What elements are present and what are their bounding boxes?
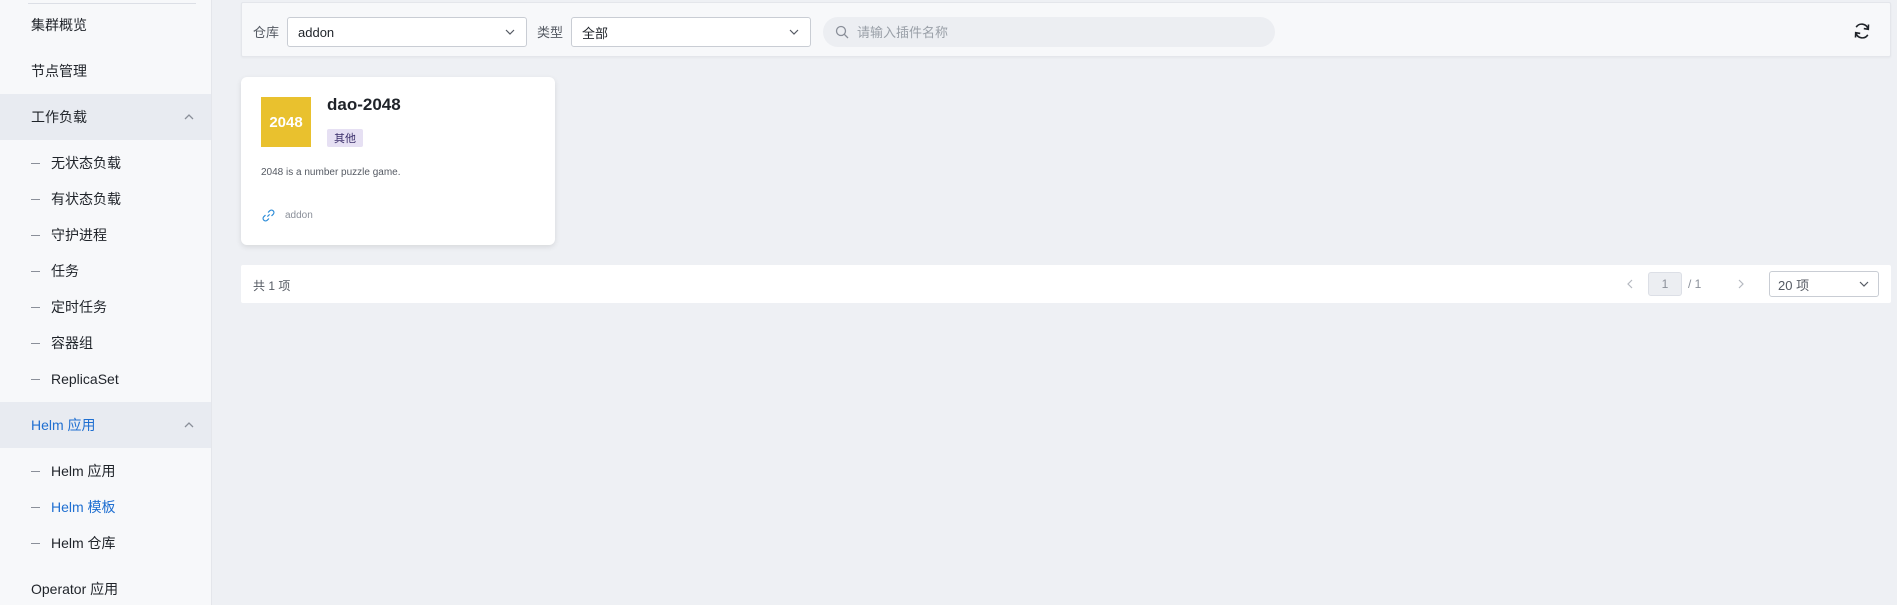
dash-icon bbox=[31, 506, 40, 508]
sidebar-group-label: Helm 应用 bbox=[31, 417, 96, 433]
addon-card[interactable]: 2048 dao-2048 其他 2048 is a number puzzle… bbox=[241, 77, 555, 245]
sidebar-item-label: 有状态负载 bbox=[51, 191, 121, 207]
sidebar-item-label: Helm 模板 bbox=[51, 499, 116, 515]
type-select-value: 全部 bbox=[582, 25, 609, 41]
page-total: / 1 bbox=[1688, 277, 1702, 291]
sidebar-group-helm[interactable]: Helm 应用 bbox=[0, 402, 211, 448]
sidebar-item-label: 定时任务 bbox=[51, 299, 107, 315]
sidebar-item-pods[interactable]: 容器组 bbox=[0, 325, 211, 361]
addon-title: dao-2048 bbox=[327, 95, 401, 114]
sidebar: 集群概览 节点管理 工作负载 无状态负载 有状态负载 守护进程 任务 定时任务 … bbox=[0, 0, 212, 605]
sidebar-item-operator-apps[interactable]: Operator 应用 bbox=[0, 566, 211, 605]
sidebar-item-cluster-overview[interactable]: 集群概览 bbox=[0, 2, 211, 48]
sidebar-item-cronjobs[interactable]: 定时任务 bbox=[0, 289, 211, 325]
chevron-up-icon bbox=[184, 114, 194, 120]
sidebar-group-workloads[interactable]: 工作负载 bbox=[0, 94, 211, 140]
prev-page-icon[interactable] bbox=[1624, 278, 1636, 290]
dash-icon bbox=[31, 342, 40, 344]
dash-icon bbox=[31, 198, 40, 200]
repo-select[interactable]: addon bbox=[287, 17, 527, 47]
addon-repo-name: addon bbox=[285, 210, 313, 221]
chevron-down-icon bbox=[1859, 281, 1869, 287]
addon-logo: 2048 bbox=[261, 97, 311, 147]
sidebar-item-replicasets[interactable]: ReplicaSet bbox=[0, 361, 211, 397]
sidebar-item-jobs[interactable]: 任务 bbox=[0, 253, 211, 289]
sidebar-group-label: 工作负载 bbox=[31, 109, 87, 125]
page-number-input[interactable]: 1 bbox=[1648, 272, 1682, 296]
repo-label: 仓库 bbox=[253, 25, 280, 40]
sidebar-item-label: 无状态负载 bbox=[51, 155, 121, 171]
sidebar-item-label: 容器组 bbox=[51, 335, 93, 351]
sidebar-item-statefulsets[interactable]: 有状态负载 bbox=[0, 181, 211, 217]
sidebar-item-helm-apps[interactable]: Helm 应用 bbox=[0, 453, 211, 489]
sidebar-item-label: Operator 应用 bbox=[31, 581, 119, 597]
total-count: 共 1 项 bbox=[253, 279, 291, 293]
repo-select-value: addon bbox=[298, 24, 335, 40]
sidebar-item-label: 集群概览 bbox=[31, 17, 87, 33]
page-size-select[interactable]: 20 项 bbox=[1769, 271, 1879, 297]
pagination-bar: 共 1 项 1 / 1 20 项 bbox=[241, 265, 1891, 303]
category-tag: 其他 bbox=[327, 129, 363, 147]
addon-repo: addon bbox=[261, 208, 313, 223]
dash-icon bbox=[31, 470, 40, 472]
chevron-up-icon bbox=[184, 422, 194, 428]
type-select[interactable]: 全部 bbox=[571, 17, 811, 47]
sidebar-item-label: Helm 应用 bbox=[51, 463, 116, 479]
sidebar-item-label: ReplicaSet bbox=[51, 371, 119, 387]
sidebar-item-label: 节点管理 bbox=[31, 63, 87, 79]
sidebar-item-daemonsets[interactable]: 守护进程 bbox=[0, 217, 211, 253]
type-label: 类型 bbox=[537, 25, 564, 40]
addon-description: 2048 is a number puzzle game. bbox=[261, 167, 401, 178]
sidebar-item-label: 守护进程 bbox=[51, 227, 107, 243]
chevron-down-icon bbox=[505, 29, 515, 35]
filter-toolbar: 仓库 addon 类型 全部 bbox=[241, 2, 1891, 57]
sidebar-item-label: Helm 仓库 bbox=[51, 535, 116, 551]
sidebar-item-helm-repos[interactable]: Helm 仓库 bbox=[0, 525, 211, 561]
chevron-down-icon bbox=[789, 29, 799, 35]
refresh-icon[interactable] bbox=[1852, 21, 1872, 41]
dash-icon bbox=[31, 270, 40, 272]
link-icon bbox=[262, 209, 275, 222]
sidebar-item-deployments[interactable]: 无状态负载 bbox=[0, 145, 211, 181]
search-box bbox=[823, 17, 1275, 47]
dash-icon bbox=[31, 234, 40, 236]
search-icon bbox=[835, 25, 849, 39]
dash-icon bbox=[31, 378, 40, 380]
sidebar-item-helm-templates[interactable]: Helm 模板 bbox=[0, 489, 211, 525]
sidebar-item-node-management[interactable]: 节点管理 bbox=[0, 48, 211, 94]
sidebar-item-label: 任务 bbox=[51, 263, 79, 279]
search-input[interactable] bbox=[857, 24, 1257, 40]
dash-icon bbox=[31, 306, 40, 308]
next-page-icon[interactable] bbox=[1735, 278, 1747, 290]
dash-icon bbox=[31, 162, 40, 164]
page-size-value: 20 项 bbox=[1778, 277, 1810, 293]
dash-icon bbox=[31, 542, 40, 544]
